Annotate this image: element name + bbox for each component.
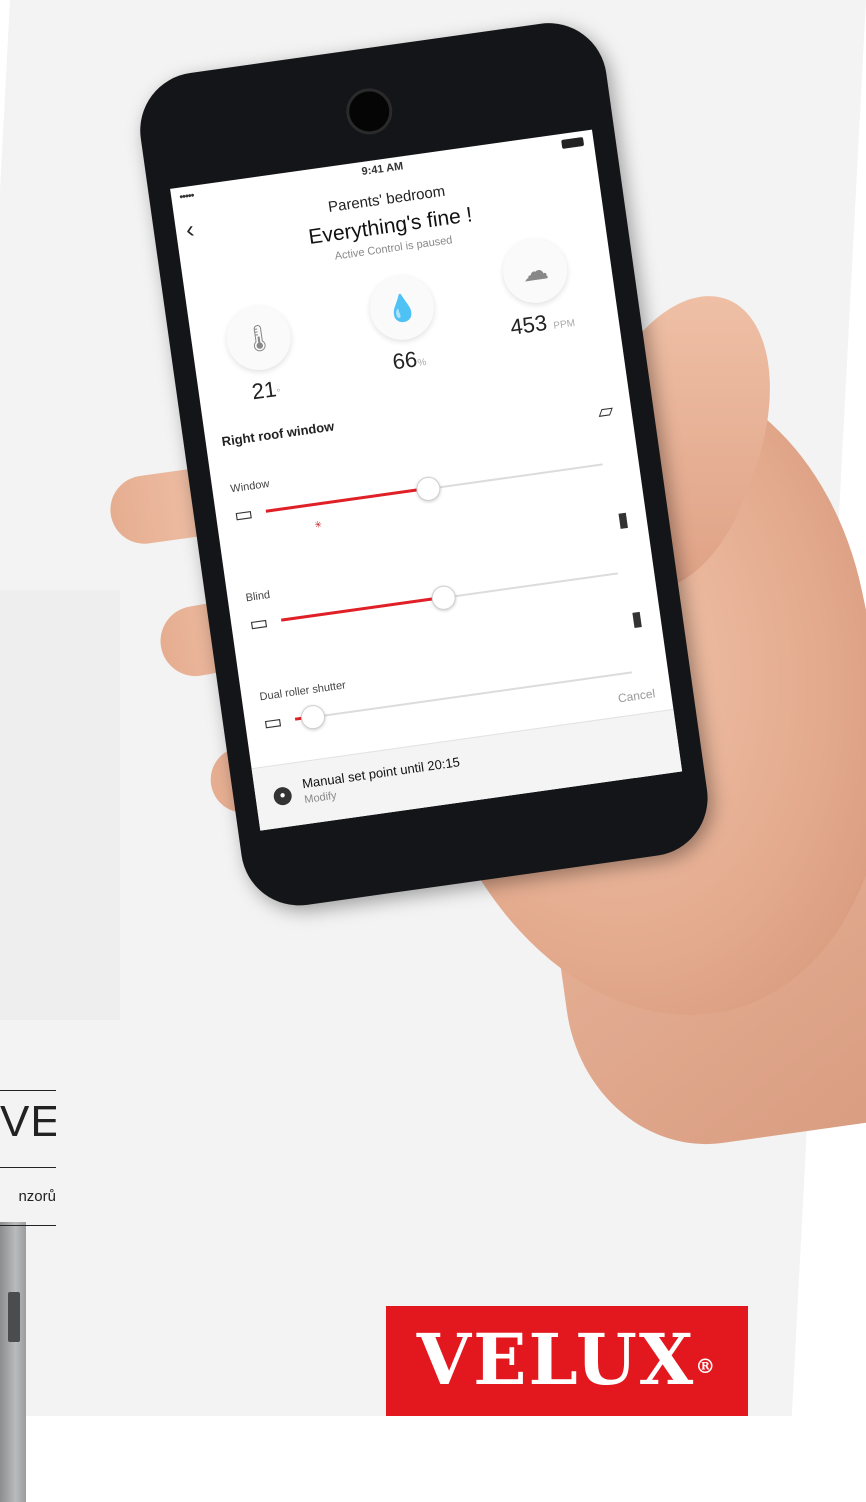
shutter-slider-track[interactable] (295, 671, 633, 721)
blind-slider-knob[interactable] (430, 584, 458, 612)
shutter-label: Dual roller shutter (258, 679, 347, 704)
co2-metric[interactable]: ☁ 453 PPM (481, 232, 594, 343)
humidity-value: 66 (390, 346, 419, 375)
setpoint-message: Manual set point until 20:15 (301, 754, 461, 792)
device-screen (8, 1292, 20, 1342)
modify-link[interactable]: Modify (304, 790, 338, 806)
registered-mark: ® (695, 1354, 718, 1378)
window-closed-icon: ▭ (232, 502, 255, 528)
window-label: Window (229, 478, 271, 496)
logo-text: VELUX (416, 1318, 696, 1401)
window-open-icon: ▱ (596, 399, 615, 424)
shutter-closed-icon: ▮ (630, 607, 645, 631)
co2-value: 453 (508, 309, 549, 340)
co2-unit: PPM (552, 317, 576, 332)
temperature-value: 21 (250, 376, 278, 405)
side-text: nzorů (0, 1188, 56, 1226)
blind-open-icon: ▭ (248, 611, 270, 636)
front-camera (343, 85, 396, 138)
shutter-slider-knob[interactable] (299, 703, 327, 731)
sensor-device-image (0, 1222, 26, 1502)
cancel-button[interactable]: Cancel (617, 686, 656, 705)
blind-closed-icon: ▮ (616, 508, 631, 532)
thermometer-icon: 🌡 (222, 301, 295, 375)
side-heading: VE (0, 1090, 56, 1168)
cloud-co2-icon: ☁ (498, 234, 572, 308)
blind-label: Blind (244, 589, 271, 605)
window-slider-fill (265, 487, 428, 513)
temperature-metric[interactable]: 🌡 21° (210, 300, 313, 410)
humidity-metric[interactable]: 💧 66% (353, 270, 456, 380)
humidity-unit: % (416, 356, 428, 370)
temperature-unit: ° (276, 387, 282, 399)
droplet-icon: 💧 (365, 271, 439, 344)
info-icon: ● (272, 785, 293, 807)
shutter-open-icon: ▭ (261, 710, 284, 736)
window-slider-knob[interactable] (415, 475, 443, 503)
product-card (0, 590, 120, 1502)
phone-screen: ••••• 9:41 AM ‹ Parents' bedroom Everyth… (170, 129, 683, 831)
velux-logo: VELUX® (386, 1306, 748, 1416)
blind-slider-fill (280, 595, 444, 622)
rain-marker-icon: ✳ (313, 519, 323, 531)
section-title: Right roof window (220, 418, 336, 450)
